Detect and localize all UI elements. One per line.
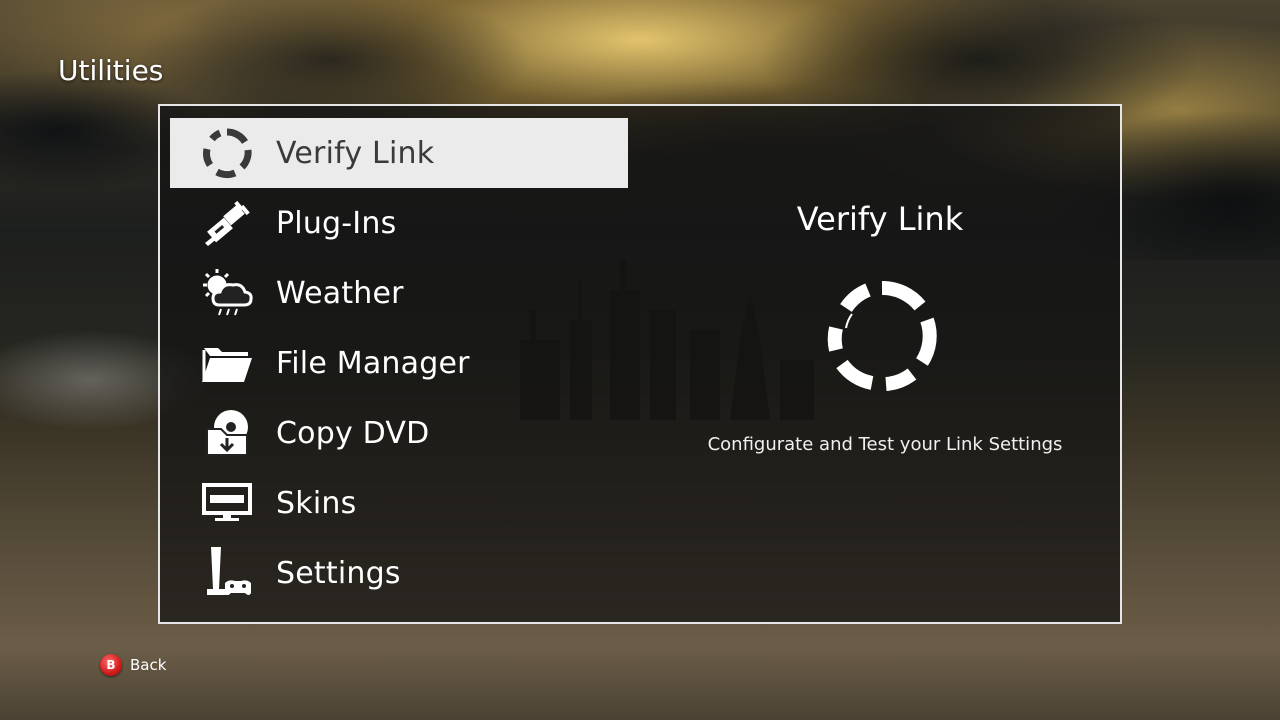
- menu-item-skins[interactable]: Skins: [170, 468, 628, 538]
- menu-item-label: File Manager: [276, 345, 470, 381]
- menu-item-settings[interactable]: Settings: [170, 538, 628, 608]
- menu-item-label: Verify Link: [276, 135, 435, 171]
- folder-icon: [196, 337, 258, 389]
- screen-icon: [196, 477, 258, 529]
- menu-item-label: Settings: [276, 555, 401, 591]
- weather-icon: [196, 267, 258, 319]
- b-button-icon: B: [100, 654, 122, 676]
- link-ring-icon: [824, 278, 940, 394]
- menu-item-label: Plug-Ins: [276, 205, 397, 241]
- utilities-panel: Verify Link Plug-Ins Weather File Manage…: [158, 104, 1122, 624]
- menu-item-plug-ins[interactable]: Plug-Ins: [170, 188, 628, 258]
- disc-copy-icon: [196, 407, 258, 459]
- menu-item-label: Skins: [276, 485, 357, 521]
- utilities-menu: Verify Link Plug-Ins Weather File Manage…: [170, 118, 630, 608]
- menu-item-label: Weather: [276, 275, 404, 311]
- back-label: Back: [130, 656, 167, 674]
- console-controller-icon: [196, 547, 258, 599]
- link-ring-icon: [196, 127, 258, 179]
- page-title: Utilities: [58, 54, 164, 87]
- detail-title: Verify Link: [796, 200, 964, 238]
- menu-item-copy-dvd[interactable]: Copy DVD: [170, 398, 628, 468]
- menu-item-weather[interactable]: Weather: [170, 258, 628, 328]
- menu-item-verify-link[interactable]: Verify Link: [170, 118, 628, 188]
- plug-icon: [196, 197, 258, 249]
- detail-description: Configurate and Test your Link Settings: [707, 434, 1063, 455]
- back-hint[interactable]: B Back: [100, 654, 166, 676]
- menu-item-file-manager[interactable]: File Manager: [170, 328, 628, 398]
- menu-item-label: Copy DVD: [276, 415, 430, 451]
